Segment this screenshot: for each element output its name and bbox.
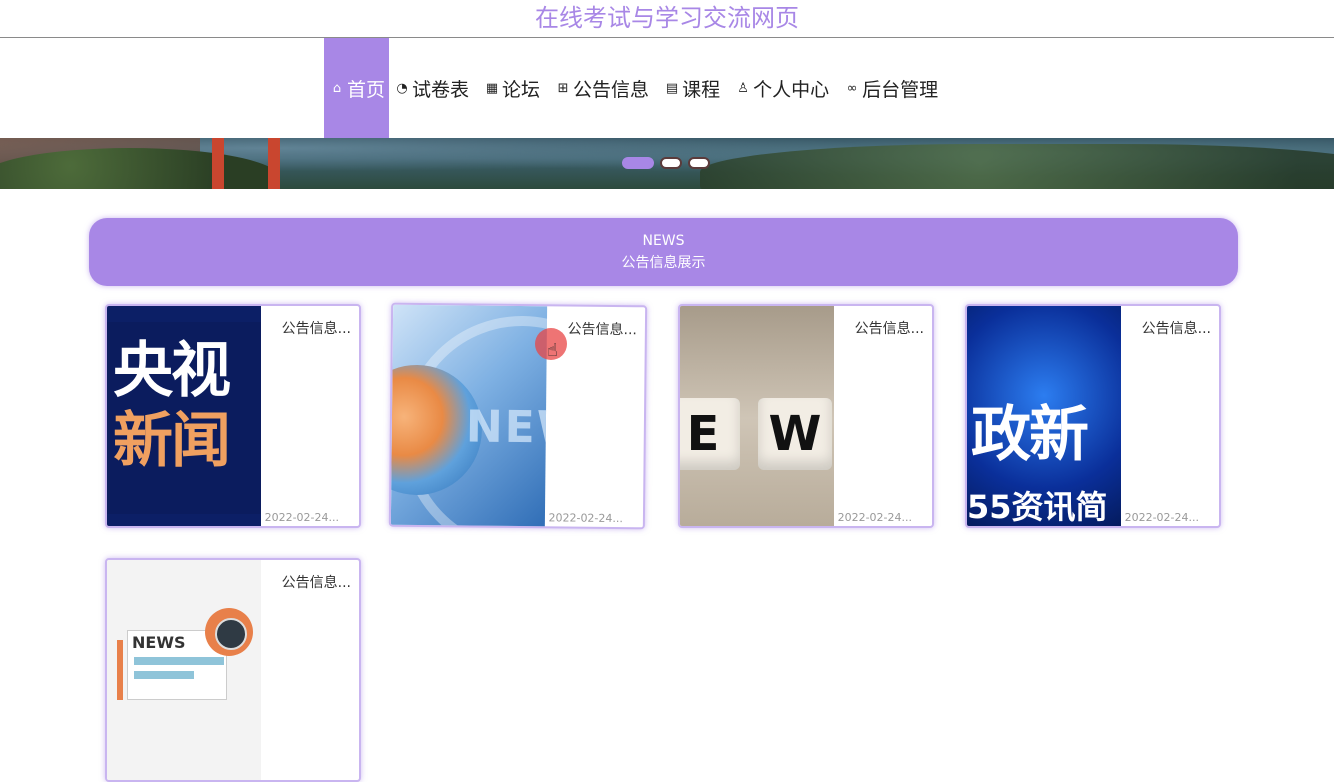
nav-item-forum[interactable]: ▦ 论坛 <box>479 38 550 138</box>
nav-item-label: 首页 <box>347 78 386 101</box>
news-card-title: 公告信息... <box>567 321 637 339</box>
news-card-date: 2022-02-24... <box>837 511 912 524</box>
nav-item-label: 后台管理 <box>862 78 939 101</box>
news-section-header: NEWS 公告信息展示 <box>89 218 1238 286</box>
thumbnail-text: NEWS <box>132 633 186 652</box>
nav-item-label: 公告信息 <box>573 78 650 101</box>
news-thumbnail: 央视 新闻 <box>107 306 261 526</box>
nav-item-papers[interactable]: ◔ 试卷表 <box>389 38 479 138</box>
nav-item-label: 试卷表 <box>412 78 470 101</box>
carousel-dot-3[interactable] <box>688 157 710 169</box>
news-card[interactable]: NEWS 公告信息... 2022-02-24... <box>388 302 648 530</box>
news-thumbnail: 政新 55资讯简 <box>967 306 1121 526</box>
forum-icon: ▦ <box>485 80 499 96</box>
carousel-dot-1[interactable] <box>622 157 654 169</box>
news-card-title: 公告信息... <box>281 575 351 591</box>
nav-item-label: 论坛 <box>502 78 541 101</box>
nav-item-notices[interactable]: ⊞ 公告信息 <box>550 38 659 138</box>
news-card[interactable]: 政新 55资讯简 公告信息... 2022-02-24... <box>965 304 1221 528</box>
news-card-title: 公告信息... <box>281 321 351 337</box>
carousel-indicators <box>622 157 710 169</box>
thumbnail-text: NEWS <box>465 401 548 455</box>
home-icon: ⌂ <box>332 80 342 96</box>
user-icon: ♙ <box>737 80 749 96</box>
thumbnail-text: 政新 <box>971 400 1089 470</box>
hand-pointer-icon: ☝ <box>547 340 558 361</box>
thumbnail-text: 55资讯简 <box>967 488 1108 526</box>
news-card-title: 公告信息... <box>1141 321 1211 337</box>
news-card-date: 2022-02-24... <box>1124 511 1199 524</box>
banner-carousel[interactable] <box>0 138 1334 189</box>
gauge-icon: ◔ <box>396 80 408 96</box>
news-card[interactable]: 央视 新闻 公告信息... 2022-02-24... <box>105 304 361 528</box>
news-card[interactable]: E W 公告信息... 2022-02-24... <box>678 304 934 528</box>
section-title-en: NEWS <box>642 233 685 249</box>
main-navbar: ⌂ 首页 ◔ 试卷表 ▦ 论坛 ⊞ 公告信息 ▤ 课程 ♙ 个人中心 ∞ 后台管… <box>0 38 1334 138</box>
nav-list: ⌂ 首页 ◔ 试卷表 ▦ 论坛 ⊞ 公告信息 ▤ 课程 ♙ 个人中心 ∞ 后台管… <box>324 38 948 138</box>
thumbnail-text: 新闻 <box>113 406 231 476</box>
news-card-date: 2022-02-24... <box>548 511 623 526</box>
carousel-dot-2[interactable] <box>660 157 682 169</box>
course-icon: ▤ <box>665 80 679 96</box>
news-thumbnail: NEWS <box>390 304 548 530</box>
news-card[interactable]: NEWS 公告信息... <box>105 558 361 782</box>
nav-item-courses[interactable]: ▤ 课程 <box>659 38 730 138</box>
news-card-date: 2022-02-24... <box>264 511 339 524</box>
site-title: 在线考试与学习交流网页 <box>535 4 799 32</box>
news-thumbnail: NEWS <box>107 560 261 780</box>
news-thumbnail: E W <box>680 306 834 526</box>
section-title-cn: 公告信息展示 <box>621 255 706 271</box>
link-icon: ∞ <box>846 80 858 96</box>
notice-icon: ⊞ <box>557 80 569 96</box>
nav-item-home[interactable]: ⌂ 首页 <box>324 38 390 138</box>
nav-item-label: 课程 <box>682 78 721 101</box>
thumbnail-text: W <box>758 398 832 470</box>
magnifier-icon <box>205 608 253 656</box>
thumbnail-text: 央视 <box>113 336 231 406</box>
nav-item-label: 个人中心 <box>753 78 830 101</box>
nav-item-admin[interactable]: ∞ 后台管理 <box>839 38 948 138</box>
nav-item-profile[interactable]: ♙ 个人中心 <box>730 38 839 138</box>
thumbnail-text: E <box>680 398 740 470</box>
news-card-title: 公告信息... <box>854 321 924 337</box>
